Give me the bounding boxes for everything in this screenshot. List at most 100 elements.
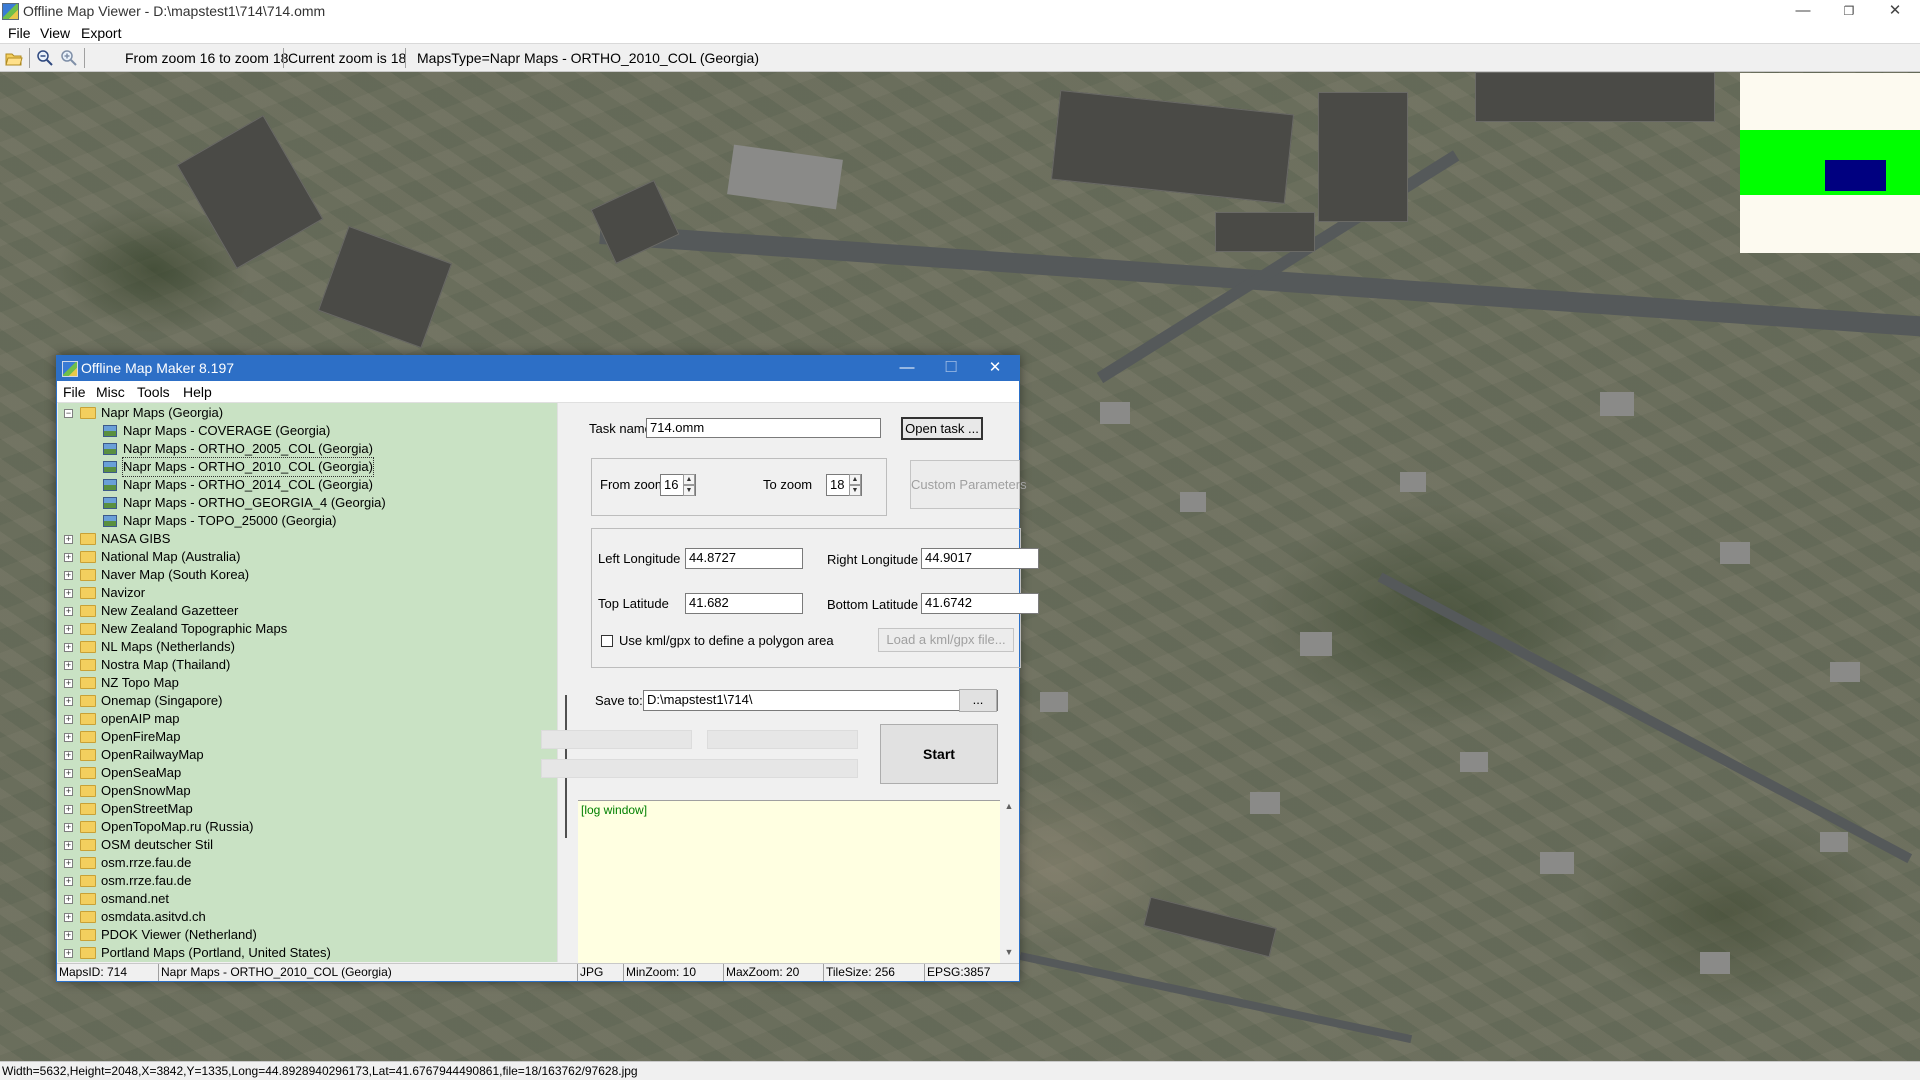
tree-map-item[interactable]: Napr Maps - ORTHO_2005_COL (Georgia) xyxy=(58,440,556,458)
expand-icon[interactable]: + xyxy=(64,535,73,544)
tree-folder-item[interactable]: + OpenRailwayMap xyxy=(58,746,556,764)
kml-checkbox[interactable] xyxy=(601,635,613,647)
expand-icon[interactable]: + xyxy=(64,625,73,634)
tree-folder-item[interactable]: + OpenSnowMap xyxy=(58,782,556,800)
tree-map-item[interactable]: Napr Maps - TOPO_25000 (Georgia) xyxy=(58,512,556,530)
tree-folder-item[interactable]: + Naver Map (South Korea) xyxy=(58,566,556,584)
tree-folder-item[interactable]: + osm.rrze.fau.de xyxy=(58,872,556,890)
open-task-button[interactable]: Open task ... xyxy=(901,417,983,440)
expand-icon[interactable]: + xyxy=(64,715,73,724)
expand-icon[interactable]: + xyxy=(64,733,73,742)
tree-folder-item[interactable]: − Napr Maps (Georgia) xyxy=(58,404,556,422)
expand-icon[interactable]: + xyxy=(64,859,73,868)
maps-type-text: MapsType=Napr Maps - ORTHO_2010_COL (Geo… xyxy=(417,50,759,66)
log-window[interactable]: [log window] xyxy=(578,800,1018,963)
expand-icon[interactable]: + xyxy=(64,643,73,652)
tree-map-item[interactable]: Napr Maps - ORTHO_GEORGIA_4 (Georgia) xyxy=(58,494,556,512)
tree-folder-item[interactable]: + PDOK Viewer (Netherland) xyxy=(58,926,556,944)
expand-icon[interactable]: + xyxy=(64,877,73,886)
expand-icon[interactable]: + xyxy=(64,805,73,814)
dialog-menu-file[interactable]: File xyxy=(63,384,86,400)
expand-icon[interactable]: + xyxy=(64,751,73,760)
expand-icon[interactable]: + xyxy=(64,697,73,706)
bottom-latitude-input[interactable]: 41.6742 xyxy=(921,593,1039,614)
tree-folder-item[interactable]: + osmdata.asitvd.ch xyxy=(58,908,556,926)
tree-folder-item[interactable]: + osm.rrze.fau.de xyxy=(58,854,556,872)
menu-view[interactable]: View xyxy=(40,25,70,41)
tree-folder-item[interactable]: + OpenTopoMap.ru (Russia) xyxy=(58,818,556,836)
tree-folder-item[interactable]: + National Map (Australia) xyxy=(58,548,556,566)
tree-folder-item[interactable]: + osmand.net xyxy=(58,890,556,908)
tree-folder-item[interactable]: + NZ Topo Map xyxy=(58,674,556,692)
left-longitude-input[interactable]: 44.8727 xyxy=(685,548,803,569)
menu-export[interactable]: Export xyxy=(81,25,121,41)
dialog-menu-help[interactable]: Help xyxy=(183,384,212,400)
expand-icon[interactable]: + xyxy=(64,769,73,778)
tree-folder-item[interactable]: + New Zealand Topographic Maps xyxy=(58,620,556,638)
expand-icon[interactable]: + xyxy=(64,949,73,958)
expand-icon[interactable]: + xyxy=(64,823,73,832)
expand-icon[interactable]: + xyxy=(64,931,73,940)
tree-folder-item[interactable]: + OSM deutscher Stil xyxy=(58,836,556,854)
dialog-close-button[interactable]: ✕ xyxy=(973,356,1017,381)
tree-folder-item[interactable]: + NASA GIBS xyxy=(58,530,556,548)
folder-icon xyxy=(80,893,96,905)
load-kml-button[interactable]: Load a kml/gpx file... xyxy=(878,628,1014,652)
tree-map-item[interactable]: Napr Maps - COVERAGE (Georgia) xyxy=(58,422,556,440)
open-folder-icon[interactable] xyxy=(5,49,23,67)
minimize-button[interactable]: — xyxy=(1780,0,1826,24)
tree-folder-item[interactable]: + Portland Maps (Portland, United States) xyxy=(58,944,556,962)
folder-icon xyxy=(80,767,96,779)
restore-button[interactable]: ❐ xyxy=(1826,0,1872,24)
expand-icon[interactable]: + xyxy=(64,895,73,904)
tree-folder-item[interactable]: + OpenSeaMap xyxy=(58,764,556,782)
collapse-icon[interactable]: − xyxy=(64,409,73,418)
from-zoom-spinner[interactable]: ▲ ▼ xyxy=(683,474,695,496)
save-to-input[interactable]: D:\mapstest1\714\ xyxy=(643,690,998,711)
folder-icon xyxy=(80,839,96,851)
expand-icon[interactable]: + xyxy=(64,571,73,580)
overview-viewport-rect[interactable] xyxy=(1825,160,1886,191)
tree-map-item[interactable]: Napr Maps - ORTHO_2014_COL (Georgia) xyxy=(58,476,556,494)
expand-icon[interactable]: + xyxy=(64,553,73,562)
dialog-menu-misc[interactable]: Misc xyxy=(96,384,125,400)
task-name-input[interactable]: 714.omm xyxy=(646,418,881,438)
zoom-out-icon[interactable] xyxy=(36,49,54,67)
tree-folder-item[interactable]: + Navizor xyxy=(58,584,556,602)
right-longitude-input[interactable]: 44.9017 xyxy=(921,548,1039,569)
expand-icon[interactable]: + xyxy=(64,661,73,670)
tree-folder-item[interactable]: + OpenStreetMap xyxy=(58,800,556,818)
menu-file[interactable]: File xyxy=(8,25,31,41)
dialog-menu-tools[interactable]: Tools xyxy=(137,384,170,400)
expand-icon[interactable]: + xyxy=(64,841,73,850)
expand-icon[interactable]: + xyxy=(64,679,73,688)
log-scrollbar[interactable]: ▲ ▼ xyxy=(1000,800,1018,963)
folder-icon xyxy=(80,749,96,761)
expand-icon[interactable]: + xyxy=(64,787,73,796)
start-button[interactable]: Start xyxy=(880,724,998,784)
tree-folder-item[interactable]: + OpenFireMap xyxy=(58,728,556,746)
tree-folder-item[interactable]: + Onemap (Singapore) xyxy=(58,692,556,710)
dialog-maximize-button[interactable]: ☐ xyxy=(929,356,973,381)
overview-minimap[interactable] xyxy=(1740,73,1920,253)
to-zoom-spinner[interactable]: ▲ ▼ xyxy=(849,474,861,496)
zoom-in-icon[interactable] xyxy=(60,49,78,67)
map-source-tree[interactable]: − Napr Maps (Georgia) Napr Maps - COVERAGE… xyxy=(58,403,557,962)
tree-map-item[interactable]: Napr Maps - ORTHO_2010_COL (Georgia) xyxy=(58,457,556,477)
custom-parameters-button[interactable]: Custom Parameters xyxy=(910,460,1027,509)
browse-button[interactable]: ... xyxy=(959,689,997,712)
expand-icon[interactable]: + xyxy=(64,589,73,598)
scroll-up-icon[interactable]: ▲ xyxy=(1000,801,1018,815)
tree-scrollbar[interactable] xyxy=(557,403,574,962)
scroll-down-icon[interactable]: ▼ xyxy=(1000,947,1018,961)
dialog-minimize-button[interactable]: — xyxy=(885,356,929,381)
tree-folder-item[interactable]: + openAIP map xyxy=(58,710,556,728)
expand-icon[interactable]: + xyxy=(64,913,73,922)
tree-folder-item[interactable]: + New Zealand Gazetteer xyxy=(58,602,556,620)
top-latitude-input[interactable]: 41.682 xyxy=(685,593,803,614)
tree-folder-item[interactable]: + NL Maps (Netherlands) xyxy=(58,638,556,656)
expand-icon[interactable]: + xyxy=(64,607,73,616)
tree-folder-item[interactable]: + Nostra Map (Thailand) xyxy=(58,656,556,674)
dialog-titlebar[interactable]: Offline Map Maker 8.197 — ☐ ✕ xyxy=(57,356,1019,381)
close-button[interactable]: ✕ xyxy=(1872,0,1918,24)
